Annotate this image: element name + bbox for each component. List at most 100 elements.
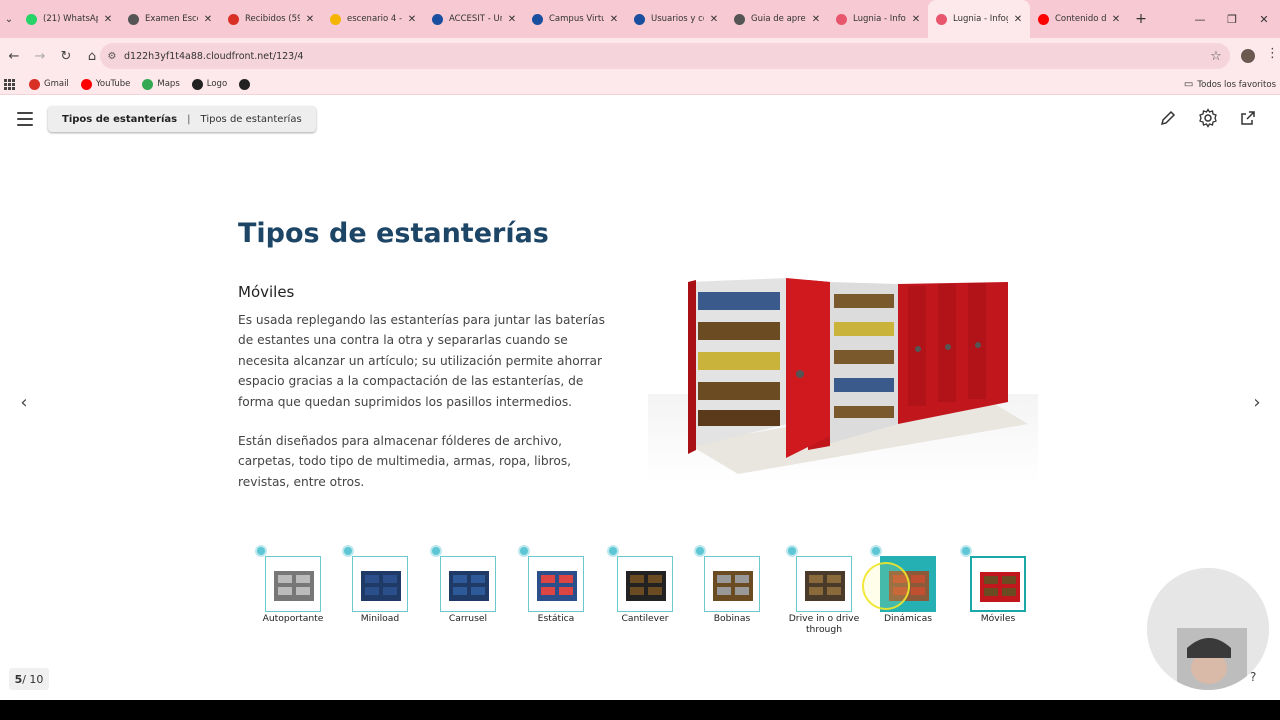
close-tab-icon[interactable]: ✕: [910, 14, 922, 25]
tab-title: Contenido del: [1055, 14, 1106, 24]
restore-icon[interactable]: ❐: [1216, 0, 1248, 38]
close-tab-icon[interactable]: ✕: [810, 14, 822, 25]
apps-grid-icon[interactable]: [4, 78, 15, 90]
breadcrumb-separator: |: [187, 113, 191, 125]
visited-dot-icon: [344, 547, 352, 555]
page-current: 5: [14, 672, 23, 686]
browser-menu-icon[interactable]: ⋮: [1266, 46, 1279, 66]
close-tab-icon[interactable]: ✕: [1012, 14, 1024, 25]
pencil-icon[interactable]: [1148, 106, 1188, 130]
thumbnail-image: [440, 556, 496, 612]
close-tab-icon[interactable]: ✕: [406, 14, 418, 25]
maps-icon: [142, 78, 154, 90]
bookmark-item[interactable]: [239, 78, 254, 90]
thumbnail-label: Móviles: [980, 613, 1016, 624]
visited-dot-icon: [432, 547, 440, 555]
tab-favicon-icon: [330, 13, 341, 25]
bookmark-label: Logo: [206, 79, 228, 89]
tab-favicon-icon: [228, 13, 239, 25]
breadcrumb-main: Tipos de estanterías: [62, 113, 178, 125]
open-external-icon[interactable]: [1228, 106, 1268, 130]
close-tab-icon[interactable]: ✕: [202, 14, 214, 25]
breadcrumb-sub: Tipos de estanterías: [200, 113, 302, 125]
browser-tab[interactable]: Recibidos (59) ✕: [220, 0, 322, 38]
tab-favicon-icon: [1038, 13, 1049, 25]
browser-tab[interactable]: Campus Virtual ✕: [524, 0, 626, 38]
thumbnail-9[interactable]: Móviles: [962, 547, 1058, 636]
browser-tab[interactable]: Examen Escenar ✕: [120, 0, 220, 38]
tab-title: Recibidos (59): [245, 14, 300, 24]
browser-window: ⌄ (21) WhatsApp✕Examen Escenar✕Recibidos…: [0, 0, 1280, 700]
thumbnail-image: [796, 556, 852, 612]
all-bookmarks[interactable]: ▭ Todos los favoritos: [1184, 74, 1276, 95]
minimize-icon[interactable]: —: [1184, 0, 1216, 38]
tab-title: Lugnia - Infog: [953, 14, 1008, 24]
browser-tab[interactable]: Lugnia - Infog ✕: [928, 0, 1030, 38]
next-slide-arrow[interactable]: ›: [1247, 392, 1267, 413]
forward-icon[interactable]: →: [28, 44, 52, 68]
close-window-icon[interactable]: ✕: [1248, 0, 1280, 38]
tab-favicon-icon: [734, 13, 745, 25]
browser-tab[interactable]: escenario 4 - C ✕: [322, 0, 424, 38]
address-bar[interactable]: ⚙ d122h3yf1t4a88.cloudfront.net/123/4 ☆: [100, 43, 1230, 69]
menu-icon[interactable]: [17, 112, 33, 126]
tab-favicon-icon: [836, 13, 847, 25]
site-info-icon[interactable]: ⚙: [100, 51, 124, 62]
thumbnail-image: [617, 556, 673, 612]
thumbnail-image: [528, 556, 584, 612]
help-icon[interactable]: ?: [1250, 670, 1256, 684]
tab-favicon-icon: [128, 13, 139, 25]
thumbnail-label: Estática: [537, 613, 575, 624]
breadcrumb[interactable]: Tipos de estanterías | Tipos de estanter…: [48, 106, 316, 132]
close-tab-icon[interactable]: ✕: [506, 14, 518, 25]
tab-title: Usuarios y con: [651, 14, 704, 24]
close-tab-icon[interactable]: ✕: [1110, 14, 1122, 25]
tab-search-icon[interactable]: ⌄: [0, 0, 18, 38]
close-tab-icon[interactable]: ✕: [304, 14, 316, 25]
thumbnail-label: Carrusel: [448, 613, 488, 624]
openai-icon: [239, 78, 251, 90]
thumbnail-label: Drive in o drive through: [788, 613, 860, 635]
bookmark-star-icon[interactable]: ☆: [1202, 49, 1230, 64]
browser-tab[interactable]: Usuarios y con ✕: [626, 0, 726, 38]
thumbnail-label: Miniload: [360, 613, 400, 624]
back-icon[interactable]: ←: [2, 44, 26, 68]
bookmark-item[interactable]: Gmail: [29, 78, 69, 90]
bookmark-label: YouTube: [95, 79, 131, 89]
youtube-icon: [80, 78, 92, 90]
mouse-cursor-highlight: [862, 562, 910, 610]
mobile-shelving-image: [648, 278, 1038, 484]
tab-favicon-icon: [26, 13, 37, 25]
bookmark-item[interactable]: YouTube: [80, 78, 131, 90]
visited-dot-icon: [520, 547, 528, 555]
tab-title: Guia de aprend: [751, 14, 806, 24]
thumbnail-6[interactable]: Bobinas: [696, 547, 792, 636]
bookmark-item[interactable]: Logo: [191, 78, 228, 90]
tab-favicon-icon: [936, 13, 947, 25]
visited-dot-icon: [696, 547, 704, 555]
close-tab-icon[interactable]: ✕: [102, 14, 114, 25]
browser-tab[interactable]: Guia de aprend ✕: [726, 0, 828, 38]
previous-slide-arrow[interactable]: ‹: [14, 392, 34, 413]
new-tab-button[interactable]: +: [1128, 11, 1154, 27]
close-tab-icon[interactable]: ✕: [608, 14, 620, 25]
browser-tab[interactable]: (21) WhatsApp ✕: [18, 0, 120, 38]
tab-favicon-icon: [634, 13, 645, 25]
logo-icon: [191, 78, 203, 90]
settings-gear-icon[interactable]: [1188, 106, 1228, 130]
close-tab-icon[interactable]: ✕: [708, 14, 720, 25]
thumbnail-label: Dinámicas: [883, 613, 933, 624]
tab-favicon-icon: [532, 13, 543, 25]
visited-dot-icon: [257, 547, 265, 555]
tab-title: Campus Virtual: [549, 14, 604, 24]
visited-dot-icon: [872, 547, 880, 555]
browser-tab[interactable]: Lugnia - Infog ✕: [828, 0, 928, 38]
url-text: d122h3yf1t4a88.cloudfront.net/123/4: [124, 50, 304, 62]
browser-tab[interactable]: ACCESIT - Univ ✕: [424, 0, 524, 38]
reload-icon[interactable]: ↻: [54, 44, 78, 68]
browser-tab[interactable]: Contenido del ✕: [1030, 0, 1128, 38]
visited-dot-icon: [788, 547, 796, 555]
browser-toolbar: ← → ↻ ⌂ ⚙ d122h3yf1t4a88.cloudfront.net/…: [0, 38, 1280, 74]
profile-avatar[interactable]: [1241, 49, 1255, 63]
bookmark-item[interactable]: Maps: [142, 78, 180, 90]
